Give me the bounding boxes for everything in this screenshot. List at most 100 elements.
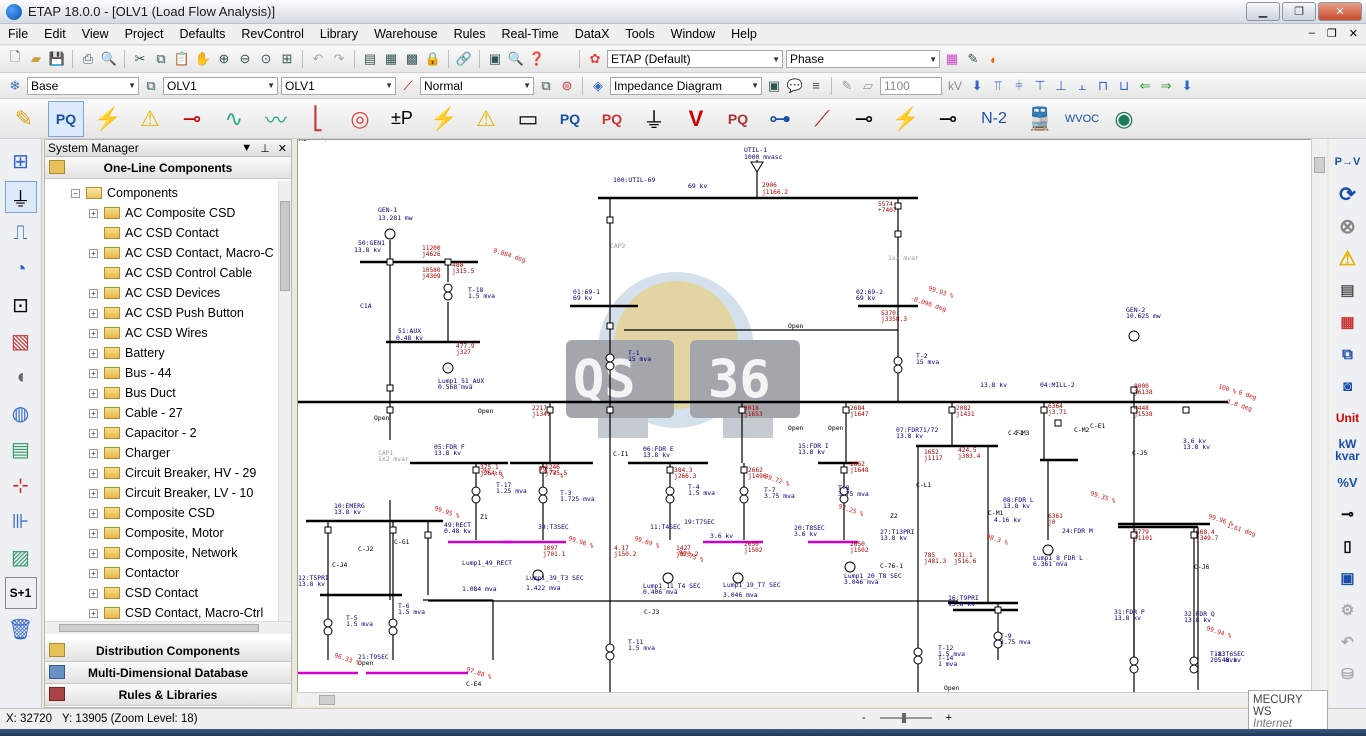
ground-grid-icon[interactable]: ◎ — [342, 101, 378, 137]
comment-icon[interactable]: 💬 — [786, 77, 804, 95]
menu-project[interactable]: Project — [117, 27, 172, 41]
transformer-winding-icon[interactable] — [605, 651, 615, 661]
scroll-thumb[interactable] — [1314, 157, 1325, 173]
transformer-winding-icon[interactable] — [605, 643, 615, 653]
configuration-icon[interactable]: ❄ — [6, 77, 24, 95]
print-icon[interactable]: ⎙ — [79, 50, 97, 68]
zoom-window-icon[interactable]: ⊞ — [278, 50, 296, 68]
alert-icon[interactable]: ⚠ — [1333, 243, 1363, 273]
eyedropper-icon[interactable]: ✎ — [964, 50, 982, 68]
ground-fault-icon[interactable]: ⏚ — [636, 101, 672, 137]
refresh-icon[interactable]: ⟳ — [1333, 179, 1363, 209]
annotation-icon[interactable]: ▣ — [765, 77, 783, 95]
expand-icon[interactable]: + — [89, 348, 98, 358]
transformer-winding-icon[interactable] — [739, 486, 749, 496]
battery-icon[interactable]: ▭ — [510, 101, 546, 137]
transformer-winding-icon[interactable] — [471, 486, 481, 496]
transformer-winding-icon[interactable] — [1189, 664, 1199, 674]
breaker-icon[interactable] — [1182, 406, 1190, 414]
optimal-power-flow-icon[interactable]: ±P — [384, 101, 420, 137]
transformer-winding-icon[interactable] — [913, 647, 923, 657]
dc-system-icon[interactable]: ⊪ — [5, 505, 37, 537]
tree-item[interactable]: + AC CSD Contact, Macro-C — [45, 243, 291, 263]
align-left-icon[interactable]: ⊤ — [1031, 77, 1049, 95]
close-button[interactable]: ✕ — [1318, 2, 1362, 21]
pq-motor-icon[interactable]: PQ — [720, 101, 756, 137]
revision-select[interactable]: OLV1 ▼ — [281, 76, 396, 95]
transformer-winding-icon[interactable] — [893, 356, 903, 366]
compass-icon[interactable]: ◍ — [5, 397, 37, 429]
slider-tool-icon[interactable]: ⊸ — [1333, 499, 1363, 529]
transformer-winding-icon[interactable] — [323, 618, 333, 628]
transformer-winding-icon[interactable] — [913, 655, 923, 665]
save-icon[interactable]: 💾 — [48, 50, 66, 68]
tree-item[interactable]: + AC CSD Push Button — [45, 303, 291, 323]
distribute-icon[interactable]: ⫠ — [1073, 77, 1091, 95]
cable-pulling-icon[interactable]: ⟋ — [804, 101, 840, 137]
breaker-icon[interactable] — [894, 230, 902, 238]
undo-icon[interactable]: ↶ — [309, 50, 327, 68]
harmonic-icon[interactable]: ∿ — [216, 101, 252, 137]
expand-icon[interactable]: + — [89, 248, 98, 258]
tree-item[interactable]: + AC Composite CSD — [45, 203, 291, 223]
menu-library[interactable]: Library — [312, 27, 366, 41]
menu-view[interactable]: View — [74, 27, 117, 41]
diagram-vertical-scrollbar[interactable] — [1311, 139, 1327, 694]
arrow-down-icon[interactable]: ⬇ — [968, 77, 986, 95]
breaker-icon[interactable] — [740, 466, 748, 474]
utility-icon[interactable] — [750, 161, 764, 173]
tree-item[interactable]: + AC CSD Devices — [45, 283, 291, 303]
display-select[interactable]: Phase ▼ — [786, 50, 940, 68]
expand-icon[interactable]: + — [89, 328, 98, 338]
transformer-winding-icon[interactable] — [605, 361, 615, 371]
expand-icon[interactable]: + — [89, 368, 98, 378]
report-icon[interactable]: ▤ — [1333, 275, 1363, 305]
transformer-winding-icon[interactable] — [443, 283, 453, 293]
continuity-icon[interactable]: ▩ — [403, 50, 421, 68]
zoom-in-icon[interactable]: ⊕ — [215, 50, 233, 68]
expand-icon[interactable]: + — [89, 288, 98, 298]
tree-item[interactable]: + CSD Contact — [45, 583, 291, 603]
open-folder-icon[interactable]: ▰ — [27, 50, 45, 68]
eraser-icon[interactable]: ▱ — [859, 77, 877, 95]
new-file-icon[interactable]: 🗋 — [6, 49, 24, 68]
tree-item[interactable]: + CSD Contact, Macro-Ctrl — [45, 603, 291, 621]
rainbow-icon[interactable]: ◐ — [985, 50, 1003, 68]
expand-icon[interactable]: + — [89, 208, 98, 218]
panel-icon[interactable]: ▧ — [5, 325, 37, 357]
ground-grid-tool-icon[interactable]: ⏚ — [4, 181, 37, 213]
tree-item[interactable]: + Charger — [45, 443, 291, 463]
expand-icon[interactable]: + — [89, 448, 98, 458]
theme-select[interactable]: ETAP (Default) ▼ — [607, 50, 783, 68]
hierarchy-icon[interactable]: ⊞ — [5, 145, 37, 177]
tree-item[interactable]: + Circuit Breaker, HV - 29 — [45, 463, 291, 483]
breaker-icon[interactable] — [948, 406, 956, 414]
breaker-icon[interactable] — [840, 466, 848, 474]
report-manager-icon[interactable]: ▦ — [1333, 307, 1363, 337]
transformer-winding-icon[interactable] — [538, 494, 548, 504]
expand-icon[interactable]: + — [89, 548, 98, 558]
pq-display-icon[interactable]: P→V — [1333, 147, 1363, 177]
ungroup-icon[interactable]: ⊔ — [1115, 77, 1133, 95]
expand-icon[interactable]: + — [89, 428, 98, 438]
study-case-icon[interactable]: ⊜ — [558, 77, 576, 95]
breaker-icon[interactable] — [606, 216, 614, 224]
mode-select[interactable]: Normal ▼ — [420, 76, 534, 95]
generator-icon[interactable] — [384, 228, 396, 240]
transformer-winding-icon[interactable] — [1129, 656, 1139, 666]
minimize-button[interactable]: ▁ — [1246, 2, 1280, 21]
lumped-load-icon[interactable] — [442, 362, 454, 374]
menu-realtime[interactable]: Real-Time — [494, 27, 567, 41]
pq-scale-icon[interactable]: ▣ — [1333, 563, 1363, 593]
mdi-restore-icon[interactable]: ❐ — [1327, 27, 1337, 40]
link-left-icon[interactable]: ⇐ — [1136, 77, 1154, 95]
n-minus-1-icon[interactable]: ⊸ — [930, 101, 966, 137]
redo-icon[interactable]: ↷ — [330, 50, 348, 68]
transformer-winding-icon[interactable] — [1189, 656, 1199, 666]
expand-icon[interactable]: + — [89, 528, 98, 538]
expand-icon[interactable]: + — [89, 468, 98, 478]
breaker-icon[interactable] — [842, 406, 850, 414]
copy-study-icon[interactable]: ⧉ — [537, 77, 555, 95]
tree-item[interactable]: + Circuit Breaker, LV - 10 — [45, 483, 291, 503]
collapse-icon[interactable]: − — [71, 188, 80, 198]
